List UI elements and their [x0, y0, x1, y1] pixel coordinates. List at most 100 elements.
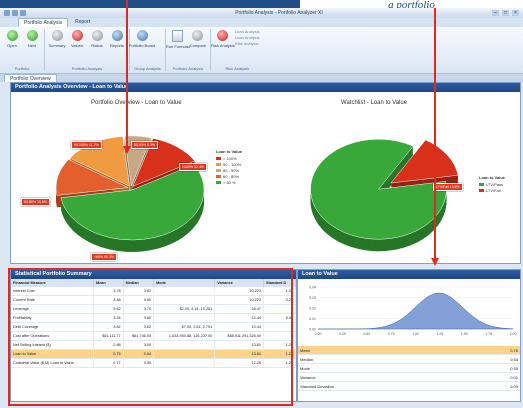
table-row[interactable]: Mean 0.75 — [298, 346, 520, 355]
table-cell: 1.08 — [263, 287, 297, 296]
ltv-header: Loan to Value — [298, 270, 520, 279]
table-cell: 10.223 — [214, 287, 264, 296]
legend-item: LTV/Pass — [479, 182, 505, 187]
table-row[interactable]: Variance 0.01 — [298, 372, 520, 382]
column-header[interactable]: Mode — [153, 279, 216, 287]
table-cell: 13.81 — [214, 340, 264, 350]
statistical-summary-panel: Statistical Portfolio Summary Financial … — [10, 269, 297, 402]
table-cell: 3.62 — [123, 322, 155, 332]
ratios-button[interactable]: Ratios — [89, 29, 105, 48]
table-row[interactable]: Profitability 3.24 3.60 12.44 5.33 — [11, 313, 297, 323]
table-row[interactable]: Current Rate 3.48 3.50 10.223 3.25 — [11, 295, 297, 305]
legend-item: > 100% — [216, 156, 242, 161]
maximize-button[interactable]: □ — [502, 10, 509, 16]
run-forecast-button[interactable]: Run Forecast — [166, 29, 190, 49]
y-tick-label: 0.02 — [309, 307, 316, 311]
x-tick-label: 1.50 — [461, 332, 468, 336]
stat-label: Median — [298, 354, 468, 364]
legend-label: 90 - 100% — [223, 162, 242, 167]
table-cell — [263, 304, 297, 314]
table-row[interactable]: Cost after Operations $61,111.77 $61,746.0… — [11, 331, 297, 341]
x-tick-label: 1.00 — [412, 332, 419, 336]
column-header[interactable]: Standard D — [263, 279, 297, 287]
risk-analysis-button[interactable]: Risk Analysis — [211, 29, 235, 48]
table-row[interactable]: Loan to Value 0.75 0.54 13.81 1.29 — [11, 349, 297, 359]
values-button[interactable]: Values — [69, 29, 85, 48]
document-tabs: Portfolio Overview — [0, 74, 523, 82]
table-row[interactable]: Mode 0.55 — [298, 363, 520, 373]
legend-swatch — [479, 189, 484, 192]
table-cell: Leverage — [11, 304, 94, 314]
legend-swatch — [216, 163, 221, 166]
legend-label: LTV/Pass — [486, 182, 504, 187]
table-row[interactable]: Interest Cost 3.78 3.82 10.223 1.08 — [11, 287, 297, 296]
close-button[interactable]: × — [512, 10, 519, 16]
column-header[interactable]: Median — [123, 279, 155, 287]
table-cell: 3.48 — [93, 295, 124, 305]
ratios-icon — [91, 30, 103, 41]
legend-item: 80 - 90% — [216, 168, 242, 173]
x-tick-label: 1.25 — [436, 332, 443, 336]
summary-button[interactable]: Summary — [48, 29, 66, 48]
table-cell: Cost after Operations — [11, 331, 94, 341]
tab-report[interactable]: Report — [70, 18, 95, 27]
legend-label: 60 - 80% — [223, 174, 240, 179]
legend-swatch — [216, 181, 221, 184]
table-cell: Interest Cost — [11, 287, 94, 296]
table-row[interactable]: Leverage 5.62 3.70 $2.00, 4.14, 10.251 28.47 — [11, 304, 297, 314]
window-title: Portfolio Analysis - Portfolio Analyzer … — [235, 10, 323, 16]
table-cell: 1.24 — [263, 340, 297, 350]
ribbon-group-portfolio-analysis: Summary Values Ratios Reports Portfolio … — [48, 29, 130, 71]
compare-button[interactable]: Compare — [190, 29, 206, 48]
annotation-arrow — [434, 8, 436, 260]
table-cell — [153, 349, 216, 359]
column-header[interactable]: Variance — [214, 279, 264, 287]
app-menu-icon[interactable] — [4, 10, 10, 16]
table-cell: 0.77 — [93, 358, 124, 368]
risk-option[interactable]: Risk Analysis — [235, 41, 260, 47]
pie-label: 60-80% 10.8% — [21, 198, 50, 206]
save-icon[interactable] — [12, 10, 18, 16]
table-row[interactable]: Collateral Value ($,M) Loan to Value 0.77… — [11, 358, 297, 368]
left-legend: Loan to Value > 100% 90 - 100% 80 - 90% 60 … — [216, 149, 243, 185]
undo-icon[interactable] — [20, 10, 26, 16]
table-cell: Net Selling Interest ($) — [11, 340, 94, 350]
table-cell: 3.78 — [93, 287, 124, 296]
y-tick-label: 0.01 — [309, 317, 316, 321]
table-cell: 3.25 — [263, 295, 297, 305]
reports-icon — [111, 30, 123, 41]
overview-header: Portfolio Analysis Overview - Loan to Va… — [11, 83, 520, 92]
pie-label: >100% 12.4% — [179, 163, 207, 171]
legend-swatch — [216, 169, 221, 172]
annotation-arrowhead — [123, 146, 131, 154]
minimize-button[interactable]: – — [492, 10, 499, 16]
next-button[interactable]: Next — [24, 29, 40, 48]
table-row[interactable]: Standard Deviation 0.09 — [298, 381, 520, 391]
table-cell: 1,633,950.88, 126,237.00 — [153, 331, 216, 341]
legend-label: LTV/Fail — [486, 188, 501, 193]
open-button[interactable]: Open — [4, 29, 20, 48]
table-cell: 0.55 — [123, 358, 155, 368]
table-cell: 3.82 — [93, 322, 124, 332]
legend-swatch — [216, 157, 221, 160]
table-row[interactable]: Median 0.54 — [298, 354, 520, 364]
risk-icon — [217, 30, 229, 41]
table-cell: 3.24 — [93, 313, 124, 323]
table-cell: Current Rate — [11, 295, 94, 305]
annotation-arrowhead — [431, 258, 439, 266]
tab-portfolio-overview[interactable]: Portfolio Overview — [4, 74, 57, 82]
forecast-icon — [172, 30, 184, 42]
portfolio-board-button[interactable]: Portfolio Board — [129, 29, 155, 48]
right-legend: Loan to Value LTV/Pass LTV/Fail — [479, 175, 506, 193]
column-header[interactable]: Mean — [93, 279, 124, 287]
reports-button[interactable]: Reports — [109, 29, 125, 48]
ribbon: Open Next Portfolio Summary Values Ratio… — [0, 27, 523, 74]
table-row[interactable]: Net Selling Interest ($) 2.88 3.00 13.81 1.2… — [11, 340, 297, 350]
table-cell — [263, 322, 297, 332]
table-row[interactable]: Debt Coverage 3.82 3.62 $7.00, 2.61, 2.791 1… — [11, 322, 297, 332]
table-cell: $61,746.00 — [123, 331, 155, 341]
x-tick-label: 0.25 — [339, 332, 346, 336]
column-header[interactable]: Financial Measure — [11, 279, 94, 287]
tab-portfolio-analysis[interactable]: Portfolio Analysis — [18, 18, 69, 27]
compare-icon — [192, 30, 204, 41]
